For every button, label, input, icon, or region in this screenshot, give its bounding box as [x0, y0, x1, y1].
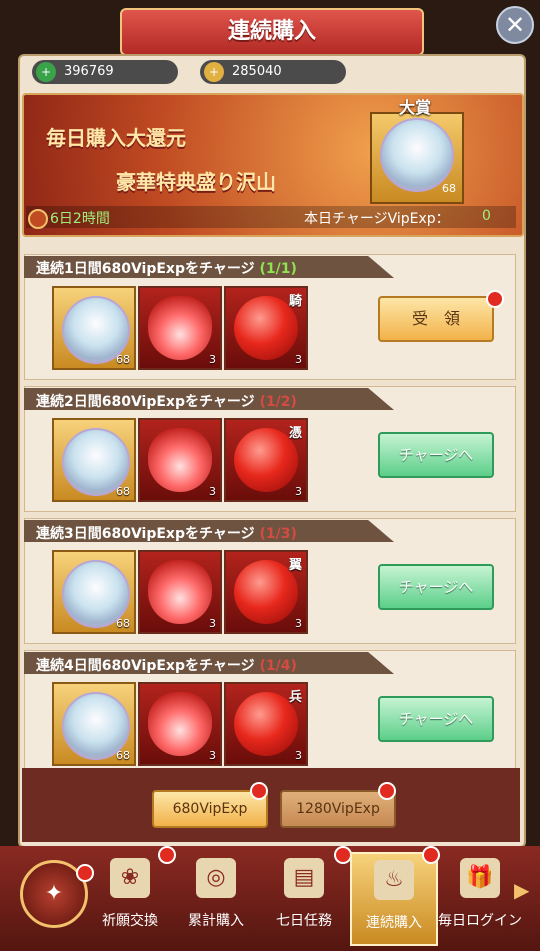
close-button[interactable]: ✕: [496, 6, 534, 44]
row-progress: (1/3): [259, 526, 297, 542]
pot-icon: ♨: [374, 860, 414, 900]
currency-gem[interactable]: + 396769: [32, 60, 178, 84]
reward-slot-coin[interactable]: 68: [52, 682, 136, 766]
chevron-right-icon[interactable]: ▶: [514, 878, 529, 902]
notification-dot: [250, 782, 268, 800]
reward-slot-orb[interactable]: 憑3: [224, 418, 308, 502]
flame-icon: [148, 428, 212, 492]
grand-prize-label: 大賞: [398, 98, 431, 117]
charge-button[interactable]: チャージへ: [378, 564, 494, 610]
nav-item-consecutive-purchase[interactable]: ♨ 連続購入: [350, 852, 438, 946]
notification-dot: [486, 290, 504, 308]
flame-icon: [148, 296, 212, 360]
clock-icon: [28, 209, 48, 229]
row-title: 連続4日間680VipExpをチャージ (1/4): [36, 658, 297, 674]
currency-gold-value: 285040: [232, 64, 282, 79]
reward-slot-orb[interactable]: 騎3: [224, 286, 308, 370]
banner-line-1: 毎日購入大還元: [46, 126, 186, 150]
reward-slot-flame[interactable]: 3: [138, 418, 222, 502]
reward-slot-coin[interactable]: 68: [52, 550, 136, 634]
gold-ingot-icon: +: [204, 62, 224, 82]
currency-gold[interactable]: + 285040: [200, 60, 346, 84]
page-title: 連続購入: [227, 19, 316, 44]
row-title: 連続1日間680VipExpをチャージ (1/1): [36, 261, 297, 277]
reward-slot-flame[interactable]: 3: [138, 550, 222, 634]
reward-slot-flame[interactable]: 3: [138, 286, 222, 370]
reward-slot-coin[interactable]: 68: [52, 418, 136, 502]
reward-slot-flame[interactable]: 3: [138, 682, 222, 766]
claim-button[interactable]: 受 領: [378, 296, 494, 342]
grand-prize-count: 68: [442, 182, 456, 195]
reward-slot-orb[interactable]: 兵3: [224, 682, 308, 766]
flame-icon: [148, 560, 212, 624]
timer-text: 6日2時間: [50, 211, 110, 227]
charge-button[interactable]: チャージへ: [378, 432, 494, 478]
vip-exp-value: 0: [482, 208, 491, 224]
reward-slot-coin[interactable]: 68: [52, 286, 136, 370]
close-icon: ✕: [504, 11, 526, 39]
reward-slot-orb[interactable]: 翼3: [224, 550, 308, 634]
vip-exp-label: 本日チャージVipExp：: [304, 211, 450, 227]
title-ribbon: 連続購入: [120, 8, 424, 56]
rose-icon: ❀: [110, 858, 150, 898]
gift-icon: 🎁: [460, 858, 500, 898]
flame-icon: [148, 692, 212, 756]
nav-item-daily-login[interactable]: 🎁 毎日ログイン: [438, 852, 522, 942]
nav-item-wish-exchange[interactable]: ❀ 祈願交換: [88, 852, 172, 942]
coins-icon: ◎: [196, 858, 236, 898]
row-progress: (1/1): [259, 261, 297, 277]
scroll-icon: ▤: [284, 858, 324, 898]
row-progress: (1/2): [259, 394, 297, 410]
notification-dot: [378, 782, 396, 800]
grand-prize-coin-icon[interactable]: [380, 118, 454, 192]
banner-line-2: 豪華特典盛り沢山: [116, 170, 276, 194]
charge-button[interactable]: チャージへ: [378, 696, 494, 742]
currency-gem-value: 396769: [64, 64, 114, 79]
green-gem-icon: +: [36, 62, 56, 82]
row-title: 連続3日間680VipExpをチャージ (1/3): [36, 526, 297, 542]
nav-item-seven-day-tasks[interactable]: ▤ 七日任務: [262, 852, 346, 942]
tier-selector-bar: [22, 768, 520, 842]
row-progress: (1/4): [259, 658, 297, 674]
sparkle-arrow-icon: ✦: [44, 881, 64, 906]
nav-item-cumulative-purchase[interactable]: ◎ 累計購入: [174, 852, 258, 942]
row-title: 連続2日間680VipExpをチャージ (1/2): [36, 394, 297, 410]
